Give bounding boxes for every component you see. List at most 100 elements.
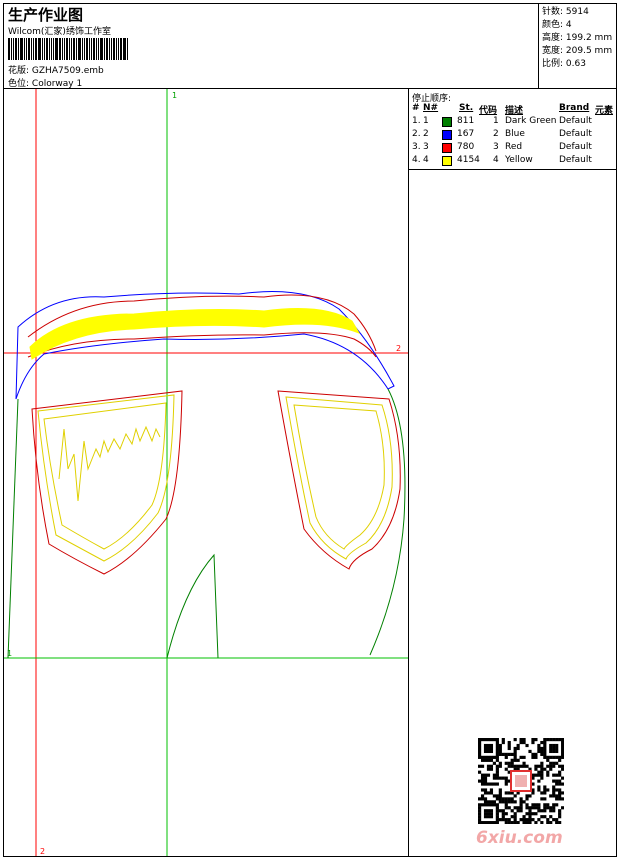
qr-seal-inner (515, 775, 527, 787)
barcode-bar (96, 38, 97, 60)
barcode-bar (100, 38, 103, 60)
qr-module (513, 815, 517, 819)
qr-module (486, 821, 491, 824)
qr-module (525, 818, 529, 822)
qr-module (528, 806, 532, 810)
barcode-bar (73, 38, 75, 60)
qr-module (531, 803, 535, 807)
qr-module (486, 800, 491, 804)
qr-module (549, 743, 553, 748)
qr-module (478, 740, 482, 745)
qr-module (537, 749, 541, 754)
qr-module (486, 773, 491, 777)
qr-module (498, 800, 502, 804)
qr-module (486, 782, 491, 786)
legend-number: 4 (423, 155, 429, 165)
qr-module (555, 738, 559, 742)
qr-module (534, 738, 538, 742)
stat-scale: 比例: 0.63 (542, 59, 586, 69)
legend-col-code: 代码 (479, 106, 498, 116)
legend-brand: Default (559, 129, 592, 139)
qr-module (522, 755, 526, 759)
qr-module (483, 800, 488, 804)
qr-module (534, 806, 538, 810)
qr-module (507, 806, 511, 810)
qr-module (552, 779, 556, 783)
qr-module (510, 815, 514, 819)
qr-module (546, 806, 550, 810)
qr-module (495, 746, 499, 751)
legend-brand: Default (559, 116, 592, 126)
left-pocket-red (31, 390, 183, 575)
qr-module (478, 809, 482, 813)
qr-module (531, 806, 535, 810)
qr-module (534, 764, 538, 768)
qr-module (561, 749, 564, 754)
qr-module (543, 806, 547, 810)
qr-module (498, 818, 502, 822)
qr-module (486, 738, 491, 742)
qr-module (543, 740, 547, 745)
design-canvas: 1 2 2 1 (4, 89, 408, 856)
qr-module (540, 770, 544, 774)
left-pocket-zigzag (58, 425, 161, 502)
qr-module (540, 776, 544, 780)
qr-module (486, 809, 491, 813)
qr-module (489, 815, 494, 819)
qr-module (546, 755, 550, 759)
qr-module (558, 788, 562, 792)
qr-module (483, 812, 488, 816)
qr-module (489, 738, 494, 742)
qr-module (516, 764, 520, 768)
qr-module (543, 755, 547, 759)
qr-module (525, 803, 529, 807)
qr-module (552, 749, 556, 754)
qr-module (540, 773, 544, 777)
qr-module (546, 803, 550, 807)
qr-module (552, 809, 556, 813)
qr-module (558, 764, 562, 768)
legend-col-brand: Brand (559, 103, 590, 113)
barcode-bar (89, 38, 90, 60)
qr-module (501, 740, 505, 745)
qr-module (498, 761, 502, 765)
qr-module (492, 782, 496, 786)
qr-module (495, 749, 499, 754)
qr-module (480, 764, 485, 768)
qr-module (483, 746, 488, 751)
qr-module (519, 806, 523, 810)
qr-module (498, 794, 502, 798)
barcode-bar (31, 38, 32, 60)
legend-col-no: N# (423, 103, 439, 113)
barcode-bar (42, 38, 43, 60)
qr-module (507, 761, 511, 765)
qr-module (540, 767, 544, 771)
qr-module (531, 755, 535, 759)
qr-module (495, 794, 499, 798)
design-label: 花版: (8, 66, 30, 76)
qr-module (534, 755, 538, 759)
qr-module (480, 779, 485, 783)
barcode-bar (78, 38, 81, 60)
barcode-bar (93, 38, 95, 60)
qr-module (501, 812, 505, 816)
legend-col-desc: 描述 (505, 106, 524, 116)
qr-module (480, 776, 485, 780)
qr-module (519, 803, 523, 807)
qr-module (525, 764, 529, 768)
qr-module (478, 806, 482, 810)
qr-module (513, 794, 517, 798)
qr-module (489, 809, 494, 813)
qr-module (489, 746, 494, 751)
qr-module (483, 821, 488, 824)
qr-module (483, 809, 488, 813)
legend-row: 3. 3 780 3 Red Default (409, 142, 616, 154)
qr-module (537, 806, 541, 810)
qr-module (478, 764, 482, 768)
qr-module (478, 749, 482, 754)
qr-module (516, 758, 520, 762)
qr-module (480, 797, 485, 801)
qr-module (507, 740, 511, 745)
qr-module (549, 746, 553, 751)
qr-module (478, 770, 482, 774)
